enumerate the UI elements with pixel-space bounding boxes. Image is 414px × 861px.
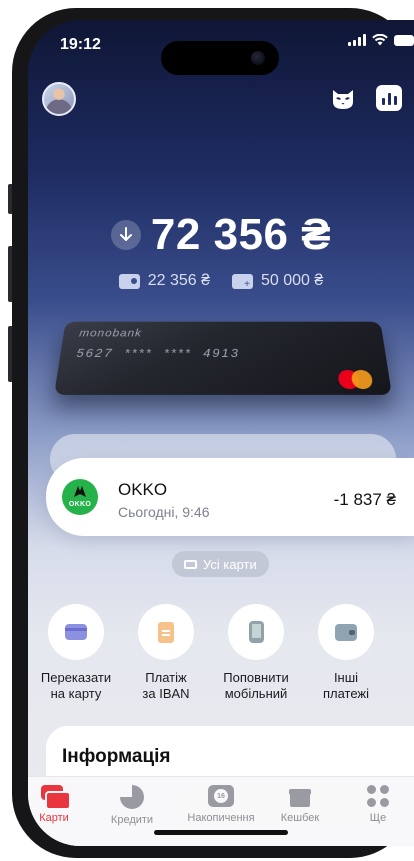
iban-bubble: [138, 604, 194, 660]
status-icons: [348, 34, 414, 46]
balance-row: 72 356 ₴: [28, 210, 414, 260]
app-screen: 19:12 72 356 ₴ 22 356 ₴ + 50 000 ₴ monob…: [28, 20, 414, 846]
battery-icon: [394, 34, 414, 46]
tab-more[interactable]: Ще: [338, 785, 414, 824]
card-transfer-bubble: [48, 604, 104, 660]
arrow-down-icon[interactable]: [110, 220, 141, 250]
info-title: Інформація: [62, 746, 171, 767]
own-funds-value: 22 356 ₴: [147, 272, 210, 289]
cat-icon[interactable]: [330, 86, 356, 112]
sub-balances: 22 356 ₴ 50 000 ₴: [28, 272, 414, 290]
transaction-time: Сьогодні, 9:46: [118, 504, 210, 520]
own-funds[interactable]: 22 356 ₴: [118, 272, 210, 290]
savings-icon: 16: [208, 785, 234, 807]
status-time: 19:12: [60, 36, 101, 53]
cards-stack-icon: [184, 559, 197, 569]
action-label: Переказати на карту: [40, 670, 112, 701]
wallet-icon: [335, 623, 357, 641]
more-icon: [367, 785, 389, 807]
card-icon: [65, 624, 87, 640]
cards-icon: [41, 785, 71, 810]
document-icon: [158, 621, 174, 643]
tab-bar: Карти Кредити 16 Накопичення Кешбек Ще: [28, 776, 414, 846]
avatar[interactable]: [42, 82, 76, 116]
savings-icon-text: 16: [214, 789, 228, 803]
okko-logo-text: OKKO: [68, 501, 92, 508]
transaction-merchant: OKKO: [118, 480, 168, 499]
status-bar: 19:12: [28, 20, 414, 75]
signal-icon: [348, 34, 366, 46]
home-indicator: [154, 830, 288, 835]
card-brand: monobank: [78, 326, 143, 340]
tab-cards[interactable]: Карти: [28, 785, 94, 824]
action-other-payments[interactable]: Інші платежі: [298, 604, 394, 702]
tab-label: Ще: [369, 812, 387, 824]
transaction-amount: -1 837 ₴: [333, 490, 396, 509]
action-label: Платіж за IBAN: [142, 670, 190, 701]
tab-label: Кредити: [110, 814, 154, 826]
bank-card[interactable]: monobank 5627 **** **** 4913: [54, 321, 392, 395]
action-label: Інші платежі: [322, 670, 370, 701]
total-balance: 72 356 ₴: [150, 210, 332, 259]
action-label: Поповнити мобільний: [223, 670, 289, 701]
mastercard-logo: [337, 369, 374, 390]
tab-label: Кешбек: [280, 812, 320, 824]
action-iban-payment[interactable]: Платіж за IBAN: [118, 604, 214, 702]
card-plus-icon: [232, 273, 253, 289]
dynamic-island: [161, 41, 279, 75]
credit-limit[interactable]: 50 000 ₴: [232, 272, 323, 290]
card-number: 5627 **** **** 4913: [75, 346, 241, 360]
okko-logo: OKKO: [62, 479, 98, 515]
quick-actions: Переказати на карту Платіж за IBAN Попов…: [28, 604, 414, 714]
camera-icon: [251, 51, 265, 65]
card-icon: [118, 273, 140, 289]
other-payments-bubble: [318, 604, 374, 660]
credit-limit-value: 50 000 ₴: [261, 272, 324, 289]
bar-chart-icon[interactable]: [376, 85, 402, 111]
action-mobile-topup[interactable]: Поповнити мобільний: [208, 604, 304, 702]
gift-icon: [289, 785, 311, 807]
all-cards-label: Усі карти: [203, 556, 257, 572]
mobile-bubble: [228, 604, 284, 660]
last-transaction[interactable]: OKKO OKKO Сьогодні, 9:46 -1 837 ₴: [46, 458, 414, 536]
phone-icon: [248, 621, 264, 643]
tab-savings[interactable]: 16 Накопичення: [181, 785, 261, 824]
pie-chart-icon: [120, 785, 144, 809]
action-card-transfer[interactable]: Переказати на карту: [28, 604, 124, 702]
tab-credits[interactable]: Кредити: [92, 785, 172, 826]
tab-label: Накопичення: [187, 812, 255, 824]
all-cards-button[interactable]: Усі карти: [172, 551, 269, 577]
tab-label: Карти: [39, 812, 69, 824]
wifi-icon: [372, 34, 388, 46]
tab-cashback[interactable]: Кешбек: [260, 785, 340, 824]
